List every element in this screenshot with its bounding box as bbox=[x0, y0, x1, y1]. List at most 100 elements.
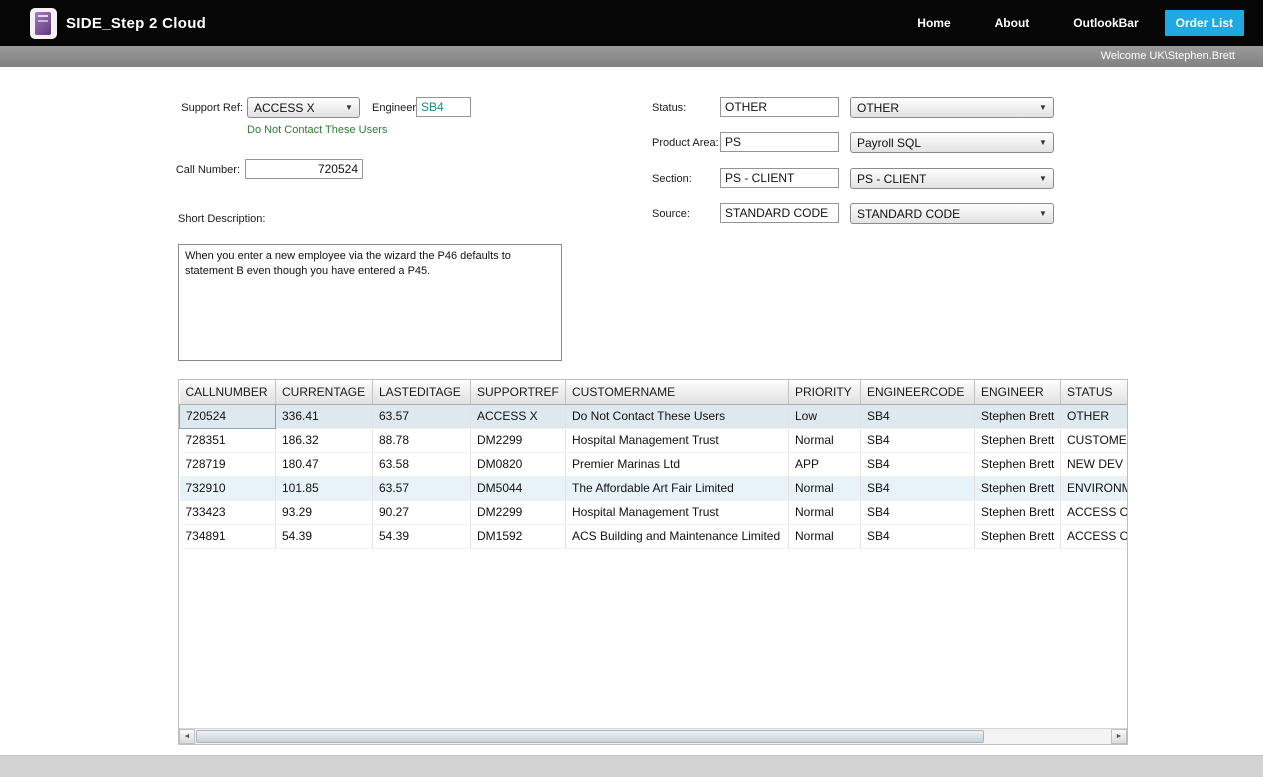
grid-cell: Do Not Contact These Users bbox=[565, 404, 789, 429]
short-description-field[interactable]: When you enter a new employee via the wi… bbox=[178, 244, 562, 361]
chevron-down-icon: ▼ bbox=[1039, 174, 1047, 183]
source-dropdown[interactable]: STANDARD CODE ▼ bbox=[850, 203, 1054, 224]
scrollbar-thumb[interactable] bbox=[196, 730, 984, 743]
grid-cell: 186.32 bbox=[275, 428, 373, 453]
product-area-field[interactable] bbox=[720, 132, 839, 152]
grid-header-row: CALLNUMBER CURRENTAGE LASTEDITAGE SUPPORTRE… bbox=[179, 380, 1127, 405]
table-row[interactable]: 734891 54.39 54.39 DM1592 ACS Building and M… bbox=[179, 524, 1127, 549]
footer-strip bbox=[0, 755, 1263, 777]
grid-cell: 728351 bbox=[179, 428, 276, 453]
column-header[interactable]: LASTEDITAGE bbox=[372, 380, 471, 405]
grid-cell: 733423 bbox=[179, 500, 276, 525]
source-field[interactable] bbox=[720, 203, 839, 223]
column-header[interactable]: STATUS bbox=[1060, 380, 1127, 405]
grid-cell: ACCESS OS bbox=[1060, 524, 1127, 549]
grid-cell: 54.39 bbox=[275, 524, 373, 549]
grid-cell: Hospital Management Trust bbox=[565, 500, 789, 525]
grid-cell: ACCESS X bbox=[470, 404, 566, 429]
grid-cell: 732910 bbox=[179, 476, 276, 501]
welcome-bar: Welcome UK\Stephen.Brett bbox=[0, 46, 1263, 67]
support-ref-value: ACCESS X bbox=[254, 100, 315, 115]
column-header[interactable]: SUPPORTREF bbox=[470, 380, 566, 405]
section-dropdown[interactable]: PS - CLIENT ▼ bbox=[850, 168, 1054, 189]
grid-cell: 88.78 bbox=[372, 428, 471, 453]
column-header[interactable]: ENGINEERCODE bbox=[860, 380, 975, 405]
grid-cell: SB4 bbox=[860, 476, 975, 501]
section-dropdown-value: PS - CLIENT bbox=[857, 171, 927, 186]
source-label: Source: bbox=[652, 208, 690, 220]
grid-cell: Stephen Brett bbox=[974, 500, 1061, 525]
nav-home[interactable]: Home bbox=[917, 16, 950, 30]
grid-cell: 63.57 bbox=[372, 476, 471, 501]
scroll-left-icon[interactable]: ◄ bbox=[179, 729, 195, 744]
call-number-label: Call Number: bbox=[175, 164, 240, 176]
chevron-down-icon: ▼ bbox=[1039, 209, 1047, 218]
call-number-field[interactable] bbox=[245, 159, 363, 179]
engineer-label: Engineer: bbox=[372, 102, 420, 114]
column-header[interactable]: CURRENTAGE bbox=[275, 380, 373, 405]
book-icon bbox=[35, 11, 51, 35]
grid-cell: Normal bbox=[788, 428, 861, 453]
grid-cell: NEW DEV IS bbox=[1060, 452, 1127, 477]
grid-cell: 734891 bbox=[179, 524, 276, 549]
grid-cell: 63.57 bbox=[372, 404, 471, 429]
table-row[interactable]: 733423 93.29 90.27 DM2299 Hospital Managemen… bbox=[179, 500, 1127, 525]
grid-cell: SB4 bbox=[860, 500, 975, 525]
product-area-dropdown-value: Payroll SQL bbox=[857, 135, 922, 150]
grid-cell: DM2299 bbox=[470, 428, 566, 453]
column-header[interactable]: PRIORITY bbox=[788, 380, 861, 405]
table-row[interactable]: 728719 180.47 63.58 DM0820 Premier Marinas L… bbox=[179, 452, 1127, 477]
grid-cell: SB4 bbox=[860, 524, 975, 549]
product-area-label: Product Area: bbox=[652, 137, 719, 149]
grid-cell: Stephen Brett bbox=[974, 452, 1061, 477]
welcome-text: Welcome UK\Stephen.Brett bbox=[1100, 50, 1235, 62]
status-dropdown[interactable]: OTHER ▼ bbox=[850, 97, 1054, 118]
grid-cell: OTHER bbox=[1060, 404, 1127, 429]
table-row[interactable]: 720524 336.41 63.57 ACCESS X Do Not Contact … bbox=[179, 403, 1127, 429]
column-header[interactable]: ENGINEER bbox=[974, 380, 1061, 405]
grid-cell: ACS Building and Maintenance Limited bbox=[565, 524, 789, 549]
product-area-dropdown[interactable]: Payroll SQL ▼ bbox=[850, 132, 1054, 153]
column-header[interactable]: CALLNUMBER bbox=[179, 380, 276, 405]
table-row[interactable]: 728351 186.32 88.78 DM2299 Hospital Manageme… bbox=[179, 428, 1127, 453]
section-label: Section: bbox=[652, 173, 692, 185]
page: SIDE_Step 2 Cloud Home About OutlookBar … bbox=[0, 0, 1263, 777]
grid-cell: DM0820 bbox=[470, 452, 566, 477]
chevron-down-icon: ▼ bbox=[345, 103, 353, 112]
chevron-down-icon: ▼ bbox=[1039, 138, 1047, 147]
grid-body: 720524 336.41 63.57 ACCESS X Do Not Contact … bbox=[179, 403, 1127, 549]
nav-about[interactable]: About bbox=[995, 16, 1030, 30]
scroll-right-icon[interactable]: ► bbox=[1111, 729, 1127, 744]
horizontal-scrollbar[interactable]: ◄ ► bbox=[179, 728, 1127, 744]
grid-cell: 180.47 bbox=[275, 452, 373, 477]
grid-cell: 728719 bbox=[179, 452, 276, 477]
grid-cell: Normal bbox=[788, 476, 861, 501]
table-row[interactable]: 732910 101.85 63.57 DM5044 The Affordable Ar… bbox=[179, 476, 1127, 501]
grid-cell: 93.29 bbox=[275, 500, 373, 525]
engineer-field[interactable] bbox=[416, 97, 471, 117]
calls-grid: CALLNUMBER CURRENTAGE LASTEDITAGE SUPPORTRE… bbox=[178, 379, 1128, 745]
main-nav: Home About OutlookBar Order List bbox=[873, 10, 1244, 36]
grid-cell: Hospital Management Trust bbox=[565, 428, 789, 453]
short-description-label: Short Description: bbox=[178, 213, 266, 225]
grid-cell: SB4 bbox=[860, 404, 975, 429]
grid-cell: Low bbox=[788, 404, 861, 429]
status-field[interactable] bbox=[720, 97, 839, 117]
column-header[interactable]: CUSTOMERNAME bbox=[565, 380, 789, 405]
do-not-contact-link[interactable]: Do Not Contact These Users bbox=[247, 124, 387, 136]
grid-cell: 90.27 bbox=[372, 500, 471, 525]
grid-cell: APP bbox=[788, 452, 861, 477]
grid-cell: SB4 bbox=[860, 428, 975, 453]
grid-cell: Stephen Brett bbox=[974, 476, 1061, 501]
support-ref-dropdown[interactable]: ACCESS X ▼ bbox=[247, 97, 360, 118]
app-logo-icon bbox=[30, 7, 57, 39]
grid-cell: 720524 bbox=[179, 403, 276, 429]
scrollbar-track[interactable] bbox=[195, 729, 1111, 744]
grid-cell: Stephen Brett bbox=[974, 404, 1061, 429]
section-field[interactable] bbox=[720, 168, 839, 188]
nav-order-list[interactable]: Order List bbox=[1164, 10, 1244, 36]
grid-cell: Premier Marinas Ltd bbox=[565, 452, 789, 477]
grid-cell: DM2299 bbox=[470, 500, 566, 525]
nav-outlookbar[interactable]: OutlookBar bbox=[1073, 16, 1138, 30]
grid-cell: CUSTOMER I bbox=[1060, 428, 1127, 453]
